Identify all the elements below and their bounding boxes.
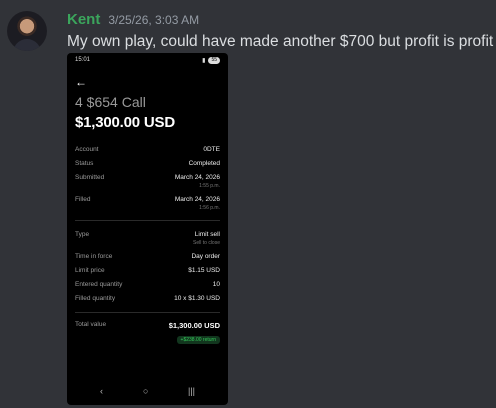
order-value: 10 x $1.30 USD	[174, 295, 220, 302]
total-label: Total value	[75, 321, 107, 328]
battery-icon: 55	[208, 57, 220, 64]
detail-value: March 24, 2026	[174, 196, 220, 203]
detail-subvalue: 1:56 p.m.	[199, 205, 220, 211]
order-label: Time in force	[75, 253, 113, 260]
signal-icon: ▮	[202, 58, 206, 64]
detail-label: Status	[75, 160, 94, 167]
message-text: My own play, could have made another $70…	[67, 33, 494, 50]
message-header: Kent 3/25/26, 3:03 AM	[67, 11, 199, 29]
author-avatar[interactable]	[7, 11, 47, 51]
detail-value: Completed	[188, 160, 220, 167]
order-label: Filled quantity	[75, 295, 116, 302]
order-value: $1.15 USD	[188, 267, 220, 274]
contract-title: 4 $654 Call	[75, 94, 146, 110]
order-label: Entered quantity	[75, 281, 123, 288]
message-timestamp: 3/25/26, 3:03 AM	[108, 13, 200, 27]
order-value: 10	[212, 281, 220, 288]
detail-label: Submitted	[75, 174, 105, 181]
nav-home-icon[interactable]: ○	[143, 386, 148, 396]
nav-recents-icon[interactable]: |||	[188, 386, 195, 396]
phone-nav-bar: ‹ ○ |||	[67, 386, 228, 396]
status-time: 15:01	[75, 57, 91, 63]
detail-value: March 24, 2026	[174, 174, 220, 181]
detail-label: Account	[75, 146, 99, 153]
status-icons: ▮ 55	[202, 57, 220, 64]
phone-status-bar: 15:01 ▮ 55	[75, 57, 220, 67]
author-name[interactable]: Kent	[67, 11, 100, 28]
order-value: Limit sell	[194, 231, 220, 238]
detail-value: 0DTE	[203, 146, 220, 153]
order-value: Day order	[191, 253, 220, 260]
nav-back-icon[interactable]: ‹	[100, 386, 103, 396]
divider	[75, 220, 220, 221]
attached-screenshot[interactable]: 15:01 ▮ 55 ← 4 $654 Call $1,300.00 USD A…	[67, 53, 228, 405]
divider	[75, 312, 220, 313]
back-arrow-icon[interactable]: ←	[75, 75, 87, 89]
order-amount: $1,300.00 USD	[75, 114, 175, 131]
order-label: Type	[75, 231, 90, 238]
detail-label: Filled	[75, 196, 91, 203]
order-label: Limit price	[75, 267, 105, 274]
return-badge: +$238.00 return	[176, 336, 220, 344]
detail-subvalue: 1:55 p.m.	[199, 183, 220, 189]
order-subvalue: Sell to close	[193, 240, 220, 246]
avatar-figure	[13, 39, 41, 51]
total-value: $1,300.00 USD	[168, 321, 220, 330]
